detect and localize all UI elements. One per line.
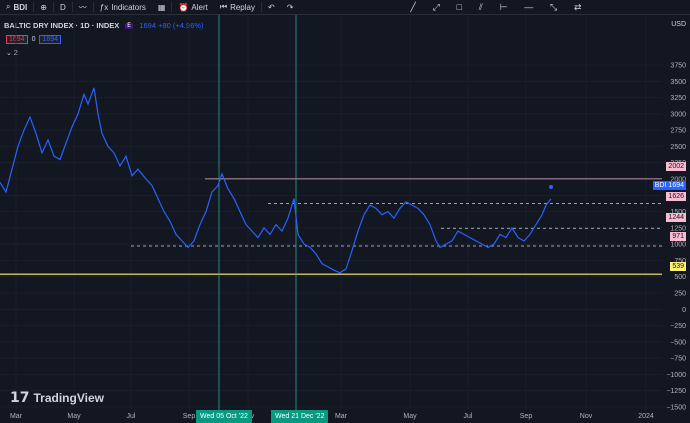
time-tick-label: Nov [580, 413, 593, 420]
alarm-clock-icon: ⏰ [178, 2, 189, 12]
time-tick-label: May [403, 413, 417, 420]
level-tag-1626: 1626 [666, 192, 686, 201]
price-tick-label: 3000 [670, 111, 686, 118]
alert-label: Alert [191, 2, 208, 12]
time-axis: MarMayJulSepNovMarMayJulSepNov2024 [10, 413, 654, 420]
redo-icon: ↷ [286, 2, 294, 12]
indicators-button[interactable]: ƒx Indicators [94, 0, 152, 14]
level-tag-971: 971 [670, 232, 686, 241]
replay-button[interactable]: ⏮ Replay [214, 0, 261, 14]
undo-icon: ↶ [267, 2, 275, 12]
interval-button[interactable]: D [54, 0, 72, 14]
undo-button[interactable]: ↶ [262, 0, 281, 14]
time-tick-label: Sep [520, 413, 533, 420]
price-tick-label: 2500 [670, 144, 686, 151]
line-chart-icon: 〰 [78, 2, 87, 12]
price-tick-label: −1250 [666, 388, 686, 395]
price-tick-label: −250 [670, 323, 686, 330]
time-tick-label: Jul [127, 413, 136, 420]
price-tick-label: −500 [670, 339, 686, 346]
layout-button[interactable]: ▦ [152, 0, 172, 14]
time-tick-label: Jul [464, 413, 473, 420]
price-tick-label: −1000 [666, 372, 686, 379]
last-price-symbol: BDI [654, 182, 667, 189]
crosshair-date-2: Wed 21 Dec '22 [271, 410, 329, 423]
price-tick-label: 3500 [670, 79, 686, 86]
price-levels [0, 178, 662, 275]
interval-label: D [59, 2, 66, 12]
search-icon: ⌕ [6, 2, 11, 11]
tradingview-logo: 𝟭𝟳 TradingView [10, 389, 104, 406]
price-tick-label: 500 [674, 274, 686, 281]
last-price-dot [549, 185, 553, 189]
time-tick-label: Sep [183, 413, 196, 420]
symbol-label: BDI [13, 2, 28, 12]
last-price-value: 1694 [668, 182, 684, 189]
price-tick-label: 0 [682, 307, 686, 314]
drawing-toolbar: ╱ ⤢ □ ⫽ ⊢ — ⤡ ⇄ [402, 0, 590, 14]
time-tick-label: Mar [335, 413, 348, 420]
price-tick-label: 1000 [670, 242, 686, 249]
price-tick-label: 3250 [670, 95, 686, 102]
symbol-search[interactable]: ⌕ BDI [0, 0, 33, 14]
tradingview-icon: 𝟭𝟳 [10, 389, 30, 405]
time-tick-label: Mar [10, 413, 23, 420]
trend-line-icon[interactable]: ╱ [410, 2, 415, 13]
rectangle-icon[interactable]: □ [457, 2, 462, 12]
horizontal-ray-icon[interactable]: ⊢ [500, 2, 508, 13]
alert-button[interactable]: ⏰ Alert [172, 0, 213, 14]
replay-icon: ⏮ [219, 2, 228, 11]
parallel-channel-icon[interactable]: ⫽ [479, 2, 483, 13]
level-tag-1244: 1244 [666, 213, 686, 222]
replay-label: Replay [230, 2, 255, 12]
chart-type-button[interactable]: 〰 [73, 0, 93, 14]
last-price-tag: BDI 1694 [652, 181, 686, 190]
compare-button[interactable]: ⊕ [34, 0, 53, 14]
price-tick-label: 2750 [670, 128, 686, 135]
price-tick-label: 3750 [670, 63, 686, 70]
grid-icon: ▦ [157, 2, 166, 12]
level-tag-2002: 2002 [666, 162, 686, 171]
indicators-icon: ƒx [99, 2, 109, 12]
price-chart[interactable]: 3750350032503000275025002250200017501500… [0, 15, 690, 423]
horizontal-line-icon[interactable]: — [524, 2, 533, 12]
ray-icon[interactable]: ⤢ [433, 2, 440, 13]
price-tick-label: 250 [674, 291, 686, 298]
time-tick-label: May [67, 413, 81, 420]
price-range-icon[interactable]: ⤡ [550, 2, 557, 13]
price-tick-label: −1500 [666, 405, 686, 412]
price-tick-label: −750 [670, 356, 686, 363]
plus-circle-icon: ⊕ [40, 2, 47, 12]
path-icon[interactable]: ⇄ [574, 2, 582, 13]
time-tick-label: 2024 [638, 413, 654, 420]
indicators-label: Indicators [111, 2, 146, 12]
brand-name: TradingView [33, 390, 104, 405]
redo-button[interactable]: ↷ [281, 0, 300, 14]
chart-grid [0, 15, 662, 410]
crosshair-date-1: Wed 05 Oct '22 [196, 410, 252, 423]
level-tag-539: 539 [670, 262, 686, 271]
